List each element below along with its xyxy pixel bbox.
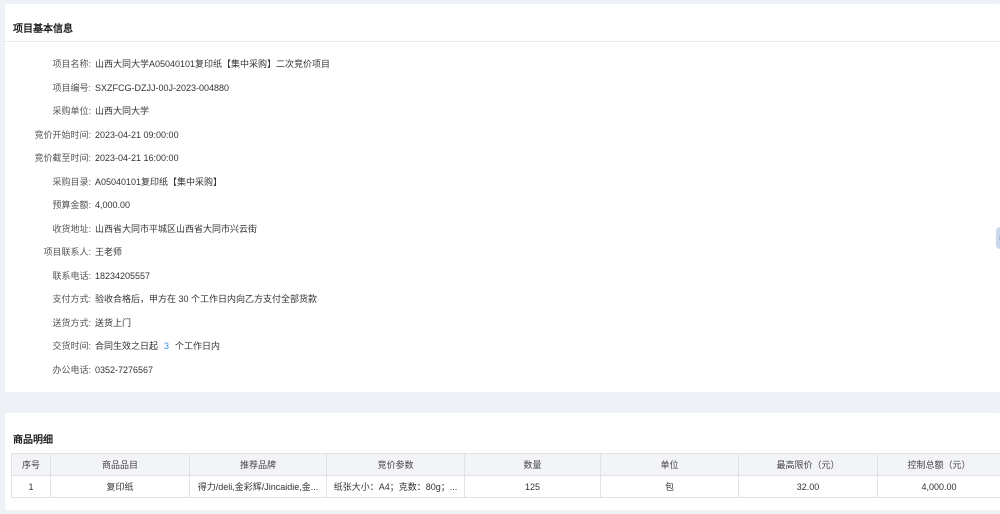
- info-value: 0352-7276567: [95, 364, 154, 375]
- info-value: 4,000.00: [95, 200, 131, 210]
- info-label: 预算金额:: [52, 200, 91, 210]
- info-label: 支付方式:: [52, 294, 91, 304]
- info-label: 交货时间:: [52, 341, 91, 351]
- cell-unit: 包: [600, 475, 739, 498]
- section-title-basic-info: 项目基本信息: [13, 24, 73, 35]
- column-header-seq: 序号: [11, 453, 51, 476]
- table-row: 1 复印纸 得力/deli,金彩辉/Jincaidie,金... 纸张大小：A4…: [11, 475, 1000, 498]
- cell-item: 复印纸: [50, 475, 190, 498]
- info-value: 山西大同大学: [95, 106, 150, 116]
- info-value: 验收合格后，甲方在 30 个工作日内向乙方支付全部货款: [95, 294, 318, 304]
- info-row-catalog: 采购目录: A05040101复印纸【集中采购】: [5, 174, 705, 198]
- info-row-project-number: 项目编号: SXZFCG-DZJJ-00J-2023-004880: [5, 80, 705, 104]
- info-row-contact: 项目联系人: 王老师: [5, 244, 705, 268]
- info-value: 山西大同大学A05040101复印纸【集中采购】二次竞价项目: [95, 59, 331, 69]
- info-value: 王老师: [95, 247, 123, 257]
- info-value: 山西省大同市平城区山西省大同市兴云街: [95, 223, 258, 234]
- info-row-purchaser: 采购单位: 山西大同大学: [5, 103, 705, 127]
- info-row-address: 收货地址: 山西省大同市平城区山西省大同市兴云街: [5, 221, 705, 245]
- cell-total: 4,000.00: [877, 475, 1000, 498]
- info-row-office-phone: 办公电话: 0352-7276567: [5, 362, 705, 386]
- info-label: 送货方式:: [52, 317, 91, 328]
- chevron-right-icon[interactable]: ›: [996, 227, 1000, 249]
- project-info-card: 项目基本信息 项目名称: 山西大同大学A05040101复印纸【集中采购】二次竞…: [5, 4, 1000, 392]
- column-header-params: 竞价参数: [326, 453, 465, 476]
- info-label: 采购目录:: [52, 176, 91, 187]
- info-label: 采购单位:: [52, 106, 91, 116]
- info-value: 18234205557: [95, 270, 151, 281]
- info-value: SXZFCG-DZJJ-00J-2023-004880: [95, 82, 230, 93]
- goods-table: 序号 商品品目 推荐品牌 竞价参数 数量 单位 最高限价（元） 控制总额（元） …: [11, 453, 1000, 498]
- info-row-delivery-time: 交货时间: 合同生效之日起 3 个工作日内: [5, 338, 705, 362]
- info-label: 项目联系人:: [43, 247, 91, 257]
- info-row-delivery-method: 送货方式: 送货上门: [5, 315, 705, 339]
- info-value: 2023-04-21 09:00:00: [95, 129, 179, 140]
- column-header-max-price: 最高限价（元）: [738, 453, 878, 476]
- goods-detail-card: 商品明细 序号 商品品目 推荐品牌 竞价参数 数量 单位 最高限价（元） 控制总…: [5, 413, 1000, 510]
- column-header-item: 商品品目: [50, 453, 190, 476]
- cell-max-price: 32.00: [738, 475, 878, 498]
- info-row-phone: 联系电话: 18234205557: [5, 268, 705, 292]
- delivery-suffix: 个工作日内: [175, 341, 221, 351]
- info-row-bid-start: 竞价开始时间: 2023-04-21 09:00:00: [5, 127, 705, 151]
- info-value: 合同生效之日起 3 个工作日内: [95, 338, 220, 354]
- column-header-qty: 数量: [464, 453, 601, 476]
- cell-seq: 1: [11, 475, 51, 498]
- info-list: 项目名称: 山西大同大学A05040101复印纸【集中采购】二次竞价项目 项目编…: [5, 56, 705, 385]
- section-title-goods: 商品明细: [13, 435, 53, 446]
- info-value: 2023-04-21 16:00:00: [95, 153, 179, 163]
- cell-params: 纸张大小：A4；克数：80g；...: [326, 475, 465, 498]
- column-header-unit: 单位: [600, 453, 739, 476]
- info-label: 收货地址:: [52, 223, 91, 234]
- info-row-project-name: 项目名称: 山西大同大学A05040101复印纸【集中采购】二次竞价项目: [5, 56, 705, 80]
- table-header-row: 序号 商品品目 推荐品牌 竞价参数 数量 单位 最高限价（元） 控制总额（元）: [11, 453, 1000, 476]
- info-label: 联系电话:: [52, 270, 91, 281]
- info-label: 项目编号:: [52, 82, 91, 93]
- column-header-brand: 推荐品牌: [189, 453, 327, 476]
- info-row-budget: 预算金额: 4,000.00: [5, 197, 705, 221]
- info-label: 竞价截至时间:: [34, 153, 91, 163]
- info-row-bid-end: 竞价截至时间: 2023-04-21 16:00:00: [5, 150, 705, 174]
- cell-qty: 125: [464, 475, 601, 498]
- info-row-payment: 支付方式: 验收合格后，甲方在 30 个工作日内向乙方支付全部货款: [5, 291, 705, 315]
- column-header-total: 控制总额（元）: [877, 453, 1000, 476]
- info-label: 竞价开始时间:: [34, 129, 91, 140]
- info-value: 送货上门: [95, 317, 132, 328]
- delivery-days: 3: [164, 341, 170, 351]
- info-value: A05040101复印纸【集中采购】: [95, 176, 223, 187]
- delivery-prefix: 合同生效之日起: [95, 341, 159, 351]
- info-label: 办公电话:: [52, 364, 91, 375]
- info-label: 项目名称:: [52, 59, 91, 69]
- title-divider: [5, 41, 1000, 42]
- cell-brand: 得力/deli,金彩辉/Jincaidie,金...: [189, 475, 327, 498]
